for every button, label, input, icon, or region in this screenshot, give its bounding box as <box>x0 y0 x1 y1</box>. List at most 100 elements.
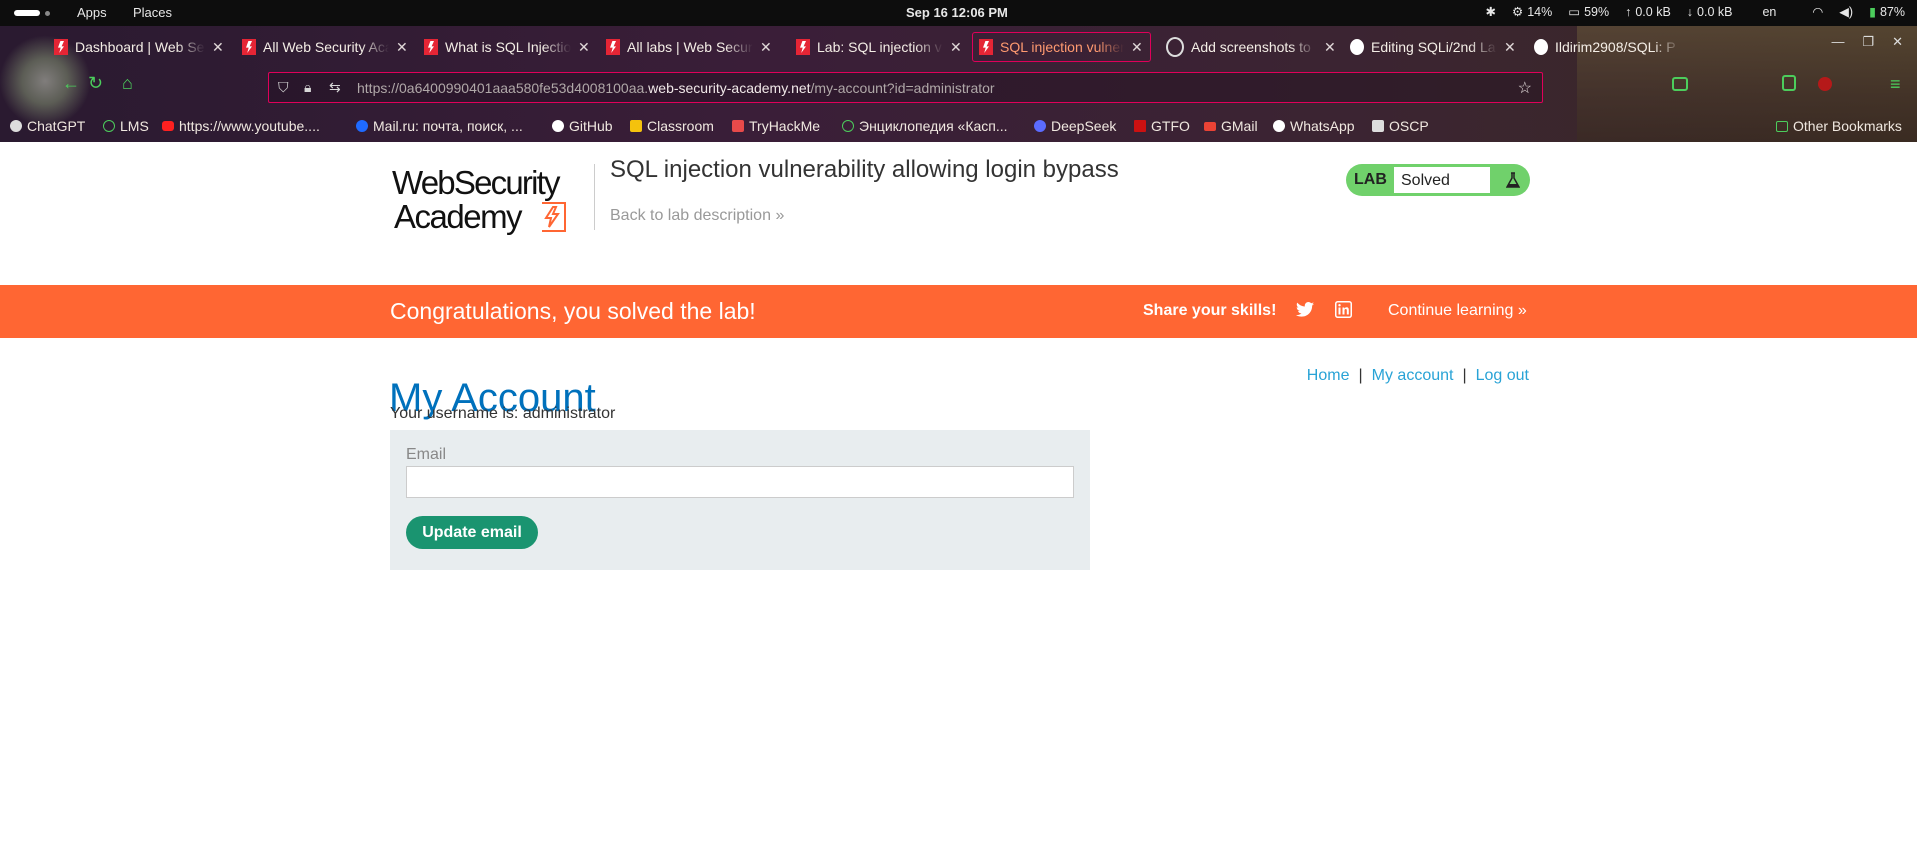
tab-active-sqli[interactable]: SQL injection vulnerability ✕ <box>972 32 1151 62</box>
tab-editing-sqli[interactable]: Editing SQLi/2nd Lab ✕ <box>1350 32 1516 62</box>
arrow-down-icon: ↓ <box>1686 4 1694 19</box>
close-icon[interactable]: ✕ <box>1504 39 1516 56</box>
close-icon[interactable]: ✕ <box>760 39 772 56</box>
tab-strip: Dashboard | Web Security Academy ✕ All W… <box>54 32 1874 62</box>
maximize-icon[interactable]: ❐ <box>1862 34 1874 50</box>
update-email-button[interactable]: Update email <box>406 516 538 549</box>
memory-indicator: ▭ 59% <box>1568 4 1610 20</box>
bookmark-lms[interactable]: LMS <box>103 118 149 134</box>
lab-status-badge: LAB Solved <box>1346 164 1530 196</box>
wifi-icon[interactable]: ◠ <box>1812 4 1823 19</box>
folder-icon <box>1776 120 1788 132</box>
minimize-icon[interactable]: — <box>1831 34 1844 50</box>
update-email-form: Email Update email <box>390 430 1090 570</box>
bookmark-oscp[interactable]: OSCP <box>1372 118 1429 134</box>
reload-button[interactable]: ↻ <box>88 73 103 94</box>
github-icon <box>552 120 564 132</box>
places-menu[interactable]: Places <box>133 5 172 20</box>
workspace-dot[interactable] <box>45 11 50 16</box>
bookmark-star-icon[interactable]: ☆ <box>1518 78 1532 98</box>
portswigger-icon <box>979 39 993 55</box>
activities-indicator[interactable] <box>14 10 40 16</box>
twitter-icon[interactable] <box>1296 302 1314 322</box>
solved-banner: Congratulations, you solved the lab! Sha… <box>0 285 1917 338</box>
bookmark-whatsapp[interactable]: WhatsApp <box>1273 118 1355 134</box>
bookmark-mailru[interactable]: Mail.ru: почта, поиск, ... <box>356 118 523 134</box>
menu-icon[interactable]: ≡ <box>1890 74 1901 95</box>
arrow-up-icon: ↑ <box>1625 4 1632 19</box>
battery-indicator[interactable]: ▮ 87% <box>1869 4 1905 20</box>
nav-separator: | <box>1462 367 1467 384</box>
tab-lab-sqli[interactable]: Lab: SQL injection vulnerability ✕ <box>796 32 962 62</box>
globe-icon <box>103 120 115 132</box>
bookmark-tryhackme[interactable]: TryHackMe <box>732 118 820 134</box>
tab-dashboard[interactable]: Dashboard | Web Security Academy ✕ <box>54 32 224 62</box>
close-icon[interactable]: ✕ <box>212 39 224 56</box>
bluetooth-icon[interactable]: ✱ <box>1486 4 1496 19</box>
language-indicator[interactable]: en <box>1762 5 1776 19</box>
url-text[interactable]: https://0a6400990401aaa580fe53d4008100aa… <box>357 80 995 96</box>
tab-all-labs[interactable]: All labs | Web Security Academy ✕ <box>606 32 772 62</box>
home-button[interactable]: ⌂ <box>122 73 133 94</box>
portswigger-icon <box>796 39 810 55</box>
clock[interactable]: Sep 16 12:06 PM <box>906 5 1008 20</box>
bookmark-kaspersky[interactable]: Энциклопедия «Касп... <box>842 118 1008 134</box>
logout-link[interactable]: Log out <box>1476 367 1529 384</box>
close-icon[interactable]: ✕ <box>578 39 590 56</box>
home-link[interactable]: Home <box>1307 367 1350 384</box>
tab-ildirim-repo[interactable]: Ildirim2908/SQLi: P <box>1534 32 1681 62</box>
linkedin-icon[interactable] <box>1335 301 1352 323</box>
volume-icon[interactable]: ◀) <box>1839 4 1853 19</box>
close-icon[interactable]: ✕ <box>950 39 962 56</box>
address-bar[interactable]: ⛉ 🔒︎ ⇆ https://0a6400990401aaa580fe53d40… <box>268 72 1543 103</box>
tryhackme-icon <box>732 120 744 132</box>
lab-title: SQL injection vulnerability allowing log… <box>610 156 1119 183</box>
shield-icon[interactable]: ⛉ <box>278 79 289 96</box>
whatsapp-icon <box>1273 120 1285 132</box>
extensions-icon[interactable] <box>1782 75 1796 91</box>
continue-learning-link[interactable]: Continue learning » <box>1388 302 1527 320</box>
bookmark-classroom[interactable]: Classroom <box>630 118 714 134</box>
back-to-lab-link[interactable]: Back to lab description » <box>610 207 784 225</box>
apps-menu[interactable]: Apps <box>77 5 107 20</box>
bookmark-github[interactable]: GitHub <box>552 118 613 134</box>
tab-add-screenshots[interactable]: Add screenshots to ✕ <box>1166 32 1336 62</box>
bookmarks-bar: ChatGPT LMS https://www.youtube.... Mail… <box>10 118 1910 140</box>
bookmark-other[interactable]: Other Bookmarks <box>1776 118 1902 134</box>
bookmark-gmail[interactable]: GMail <box>1204 118 1258 134</box>
youtube-icon <box>162 121 174 131</box>
ublock-icon[interactable] <box>1818 77 1832 91</box>
account-nav: Home | My account | Log out <box>1307 367 1529 385</box>
portswigger-icon <box>606 39 620 55</box>
pocket-icon[interactable] <box>1672 77 1688 91</box>
back-button[interactable]: ← <box>62 73 80 94</box>
lab-status: Solved <box>1394 167 1490 193</box>
close-window-icon[interactable]: ✕ <box>1892 34 1903 50</box>
browser-chrome: Dashboard | Web Security Academy ✕ All W… <box>0 26 1917 142</box>
close-icon[interactable]: ✕ <box>396 39 408 56</box>
bookmark-deepseek[interactable]: DeepSeek <box>1034 118 1116 134</box>
lightning-icon <box>542 202 566 232</box>
upload-indicator: ↑ 0.0 kB <box>1625 4 1671 19</box>
download-indicator: ↓ 0.0 kB <box>1686 4 1733 19</box>
permissions-icon[interactable]: ⇆ <box>329 79 341 96</box>
web-security-academy-logo[interactable]: WebSecurity Academy <box>392 164 592 235</box>
tab-all-topics[interactable]: All Web Security Academy topics ✕ <box>242 32 408 62</box>
email-field[interactable] <box>406 466 1074 498</box>
lock-icon[interactable]: 🔒︎ <box>304 79 311 96</box>
github-icon <box>1534 39 1548 55</box>
close-icon[interactable]: ✕ <box>1131 39 1143 56</box>
bookmark-gtfo[interactable]: GTFO <box>1134 118 1190 134</box>
my-account-link[interactable]: My account <box>1372 367 1454 384</box>
bookmark-chatgpt[interactable]: ChatGPT <box>10 118 85 134</box>
portswigger-icon <box>424 39 438 55</box>
close-icon[interactable]: ✕ <box>1324 39 1336 56</box>
gtfo-icon <box>1134 120 1146 132</box>
portswigger-icon <box>54 39 68 55</box>
gmail-icon <box>1204 121 1216 131</box>
deepseek-icon <box>1034 120 1046 132</box>
bookmark-youtube[interactable]: https://www.youtube.... <box>162 118 320 134</box>
page-content: WebSecurity Academy SQL injection vulner… <box>0 142 1917 849</box>
tab-what-is-sqli[interactable]: What is SQL Injection? ✕ <box>424 32 590 62</box>
cpu-indicator: ⚙ 14% <box>1512 4 1553 20</box>
